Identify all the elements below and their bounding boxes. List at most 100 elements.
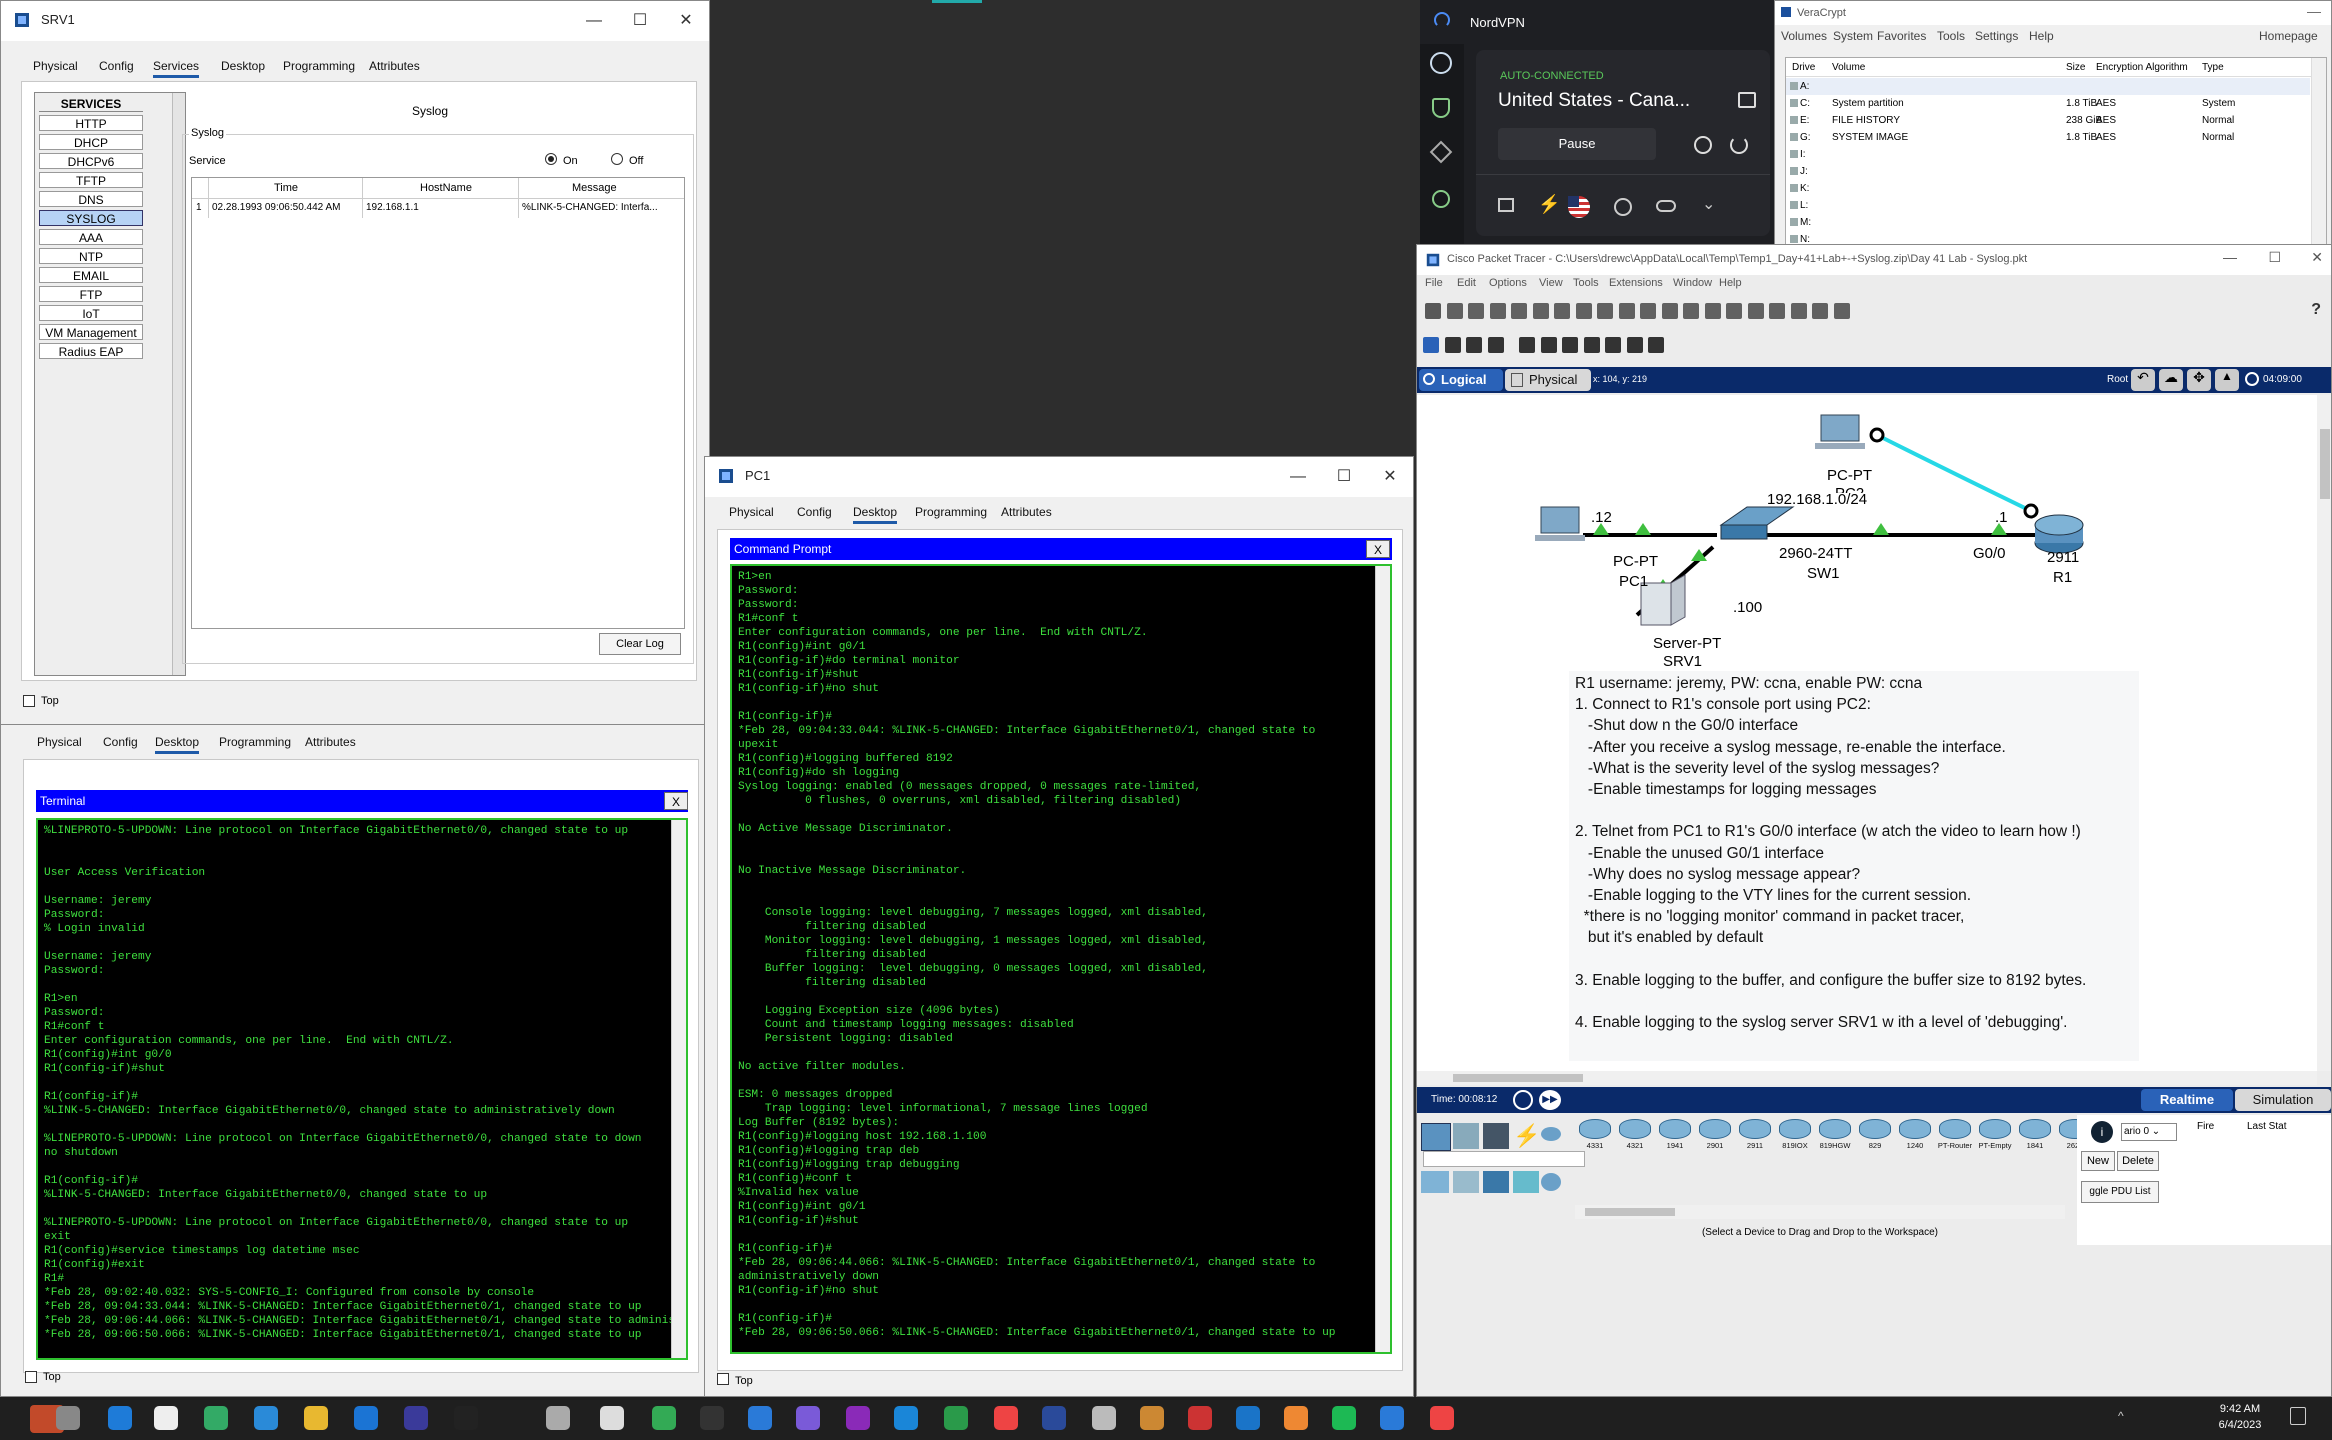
delete-pdu-button[interactable]: Delete [2117,1151,2159,1171]
onenote-word-icon[interactable] [652,1406,676,1430]
java-icon[interactable] [1140,1406,1164,1430]
close-button[interactable]: ✕ [1367,457,1413,497]
maximize-button[interactable]: ☐ [1321,457,1367,497]
tab-programming[interactable]: Programming [283,59,355,73]
back-icon[interactable]: ↶ [2131,369,2155,391]
device-1841[interactable]: 1841 [2017,1119,2053,1155]
refresh-icon[interactable] [1730,136,1748,154]
task-view-icon[interactable] [56,1406,80,1430]
service-dhcpv6[interactable]: DHCPv6 [39,153,143,169]
menu-settings[interactable]: Settings [1975,29,2018,43]
wizard-icon[interactable] [1554,303,1570,319]
menu-options[interactable]: Options [1489,277,1527,289]
zoom-in-icon[interactable] [1683,303,1699,319]
top-checkbox[interactable] [25,1371,37,1383]
drive-row[interactable]: L: [1786,197,2310,214]
menu-system[interactable]: System [1833,29,1873,43]
maximize-button[interactable]: ☐ [617,1,663,41]
undo-icon[interactable] [1640,303,1656,319]
end-devices-icon[interactable] [1453,1123,1479,1149]
menu-view[interactable]: View [1539,277,1563,289]
device-search-box[interactable] [1423,1151,1585,1167]
globe-icon[interactable] [1430,52,1452,74]
cmd-icon[interactable] [454,1406,478,1430]
background-icon[interactable]: ▲ [2215,369,2239,391]
scenario-info-icon[interactable]: i [2091,1121,2113,1143]
device-4321[interactable]: 4321 [1617,1119,1653,1155]
cmd-close-button[interactable]: X [1366,540,1390,558]
edge-blue-icon[interactable] [108,1406,132,1430]
workspace-vscroll[interactable] [2317,395,2331,1071]
misc-icon[interactable] [1421,1171,1449,1193]
physical-tab[interactable]: Physical [1505,369,1591,391]
freeform-icon[interactable] [1605,337,1621,353]
note-icon[interactable] [1519,337,1535,353]
logical-workspace[interactable]: PC-PT PC2 192.168.1.0/24 .12 PC-PT PC1 2… [1417,395,2317,1071]
device-1941[interactable]: 1941 [1657,1119,1693,1155]
calc-icon[interactable] [1188,1406,1212,1430]
service-http[interactable]: HTTP [39,115,143,131]
service-dhcp[interactable]: DHCP [39,134,143,150]
terminal-icon[interactable] [404,1406,428,1430]
pause-button[interactable]: Pause [1498,128,1656,160]
zoom-reset-icon[interactable] [1704,303,1721,319]
tab-desktop[interactable]: Desktop [155,735,200,754]
cmd-output[interactable]: R1>en Password: Password: R1#conf t Ente… [730,564,1392,1354]
open-icon[interactable] [1446,303,1463,319]
info-icon[interactable] [1532,303,1549,319]
menu-extensions[interactable]: Extensions [1609,277,1663,289]
minimize-button[interactable]: — [2223,249,2237,265]
chrome2-icon[interactable] [1430,1406,1454,1430]
us-flag-icon[interactable] [1568,196,1590,218]
simulation-tab[interactable]: Simulation [2235,1089,2331,1111]
device-list-scroll[interactable] [1575,1205,2065,1219]
viewport-icon[interactable] [1833,303,1850,319]
device-829[interactable]: 829 [1857,1119,1893,1155]
tab-attributes[interactable]: Attributes [1001,505,1052,519]
menu-file[interactable]: File [1425,277,1443,289]
nord-icon[interactable] [204,1406,228,1430]
cluster-icon[interactable] [1812,303,1828,319]
fast-forward-icon[interactable]: ▶▶ [1539,1090,1561,1110]
mesh-icon[interactable] [1429,140,1453,164]
homepage-link[interactable]: Homepage [2259,29,2318,43]
lab-notes[interactable]: R1 username: jeremy, PW: ccna, enable PW… [1569,671,2139,1061]
clock[interactable]: 9:42 AM 6/4/2023 [2200,1401,2280,1433]
service-on-radio[interactable] [545,153,557,165]
device-1240[interactable]: 1240 [1897,1119,1933,1155]
resize-icon[interactable] [1487,337,1504,353]
service-syslog[interactable]: SYSLOG [39,210,143,226]
lock-toggle-icon[interactable] [1498,198,1514,212]
maximize-button[interactable]: ☐ [2268,249,2281,266]
service-email[interactable]: EMAIL [39,267,143,283]
drive-list-scrollbar[interactable] [2311,58,2326,245]
tab-desktop[interactable]: Desktop [221,59,265,73]
realtime-tab[interactable]: Realtime [2141,1089,2233,1111]
draw-line-icon[interactable] [1540,337,1557,353]
ellipse-icon[interactable] [1583,337,1600,353]
veracrypt-titlebar[interactable]: VeraCrypt — [1775,1,2331,25]
explorer-icon[interactable] [304,1406,328,1430]
drive-row[interactable]: A: [1786,78,2310,95]
select-icon[interactable] [1423,337,1439,353]
power-icon[interactable] [1694,136,1712,154]
tab-programming[interactable]: Programming [219,735,291,749]
menu-help[interactable]: Help [1719,277,1742,289]
split-icon[interactable] [1614,198,1632,216]
close-button[interactable]: ✕ [663,1,709,41]
git-icon[interactable] [1284,1406,1308,1430]
new-icon[interactable] [1425,303,1441,319]
components-icon[interactable] [1483,1123,1509,1149]
menu-help[interactable]: Help [2029,29,2054,43]
tab-programming[interactable]: Programming [915,505,987,519]
connections-icon[interactable]: ⚡ [1513,1123,1540,1149]
delete-icon[interactable] [1466,337,1482,353]
network-info-icon[interactable] [1575,303,1592,319]
menu-tools[interactable]: Tools [1573,277,1599,289]
move-icon[interactable]: ✥ [2187,369,2211,391]
save-icon[interactable] [1468,303,1484,319]
menu-edit[interactable]: Edit [1457,277,1476,289]
service-ntp[interactable]: NTP [39,248,143,264]
onenote-icon[interactable] [846,1406,870,1430]
terminal-close-button[interactable]: X [664,792,688,810]
